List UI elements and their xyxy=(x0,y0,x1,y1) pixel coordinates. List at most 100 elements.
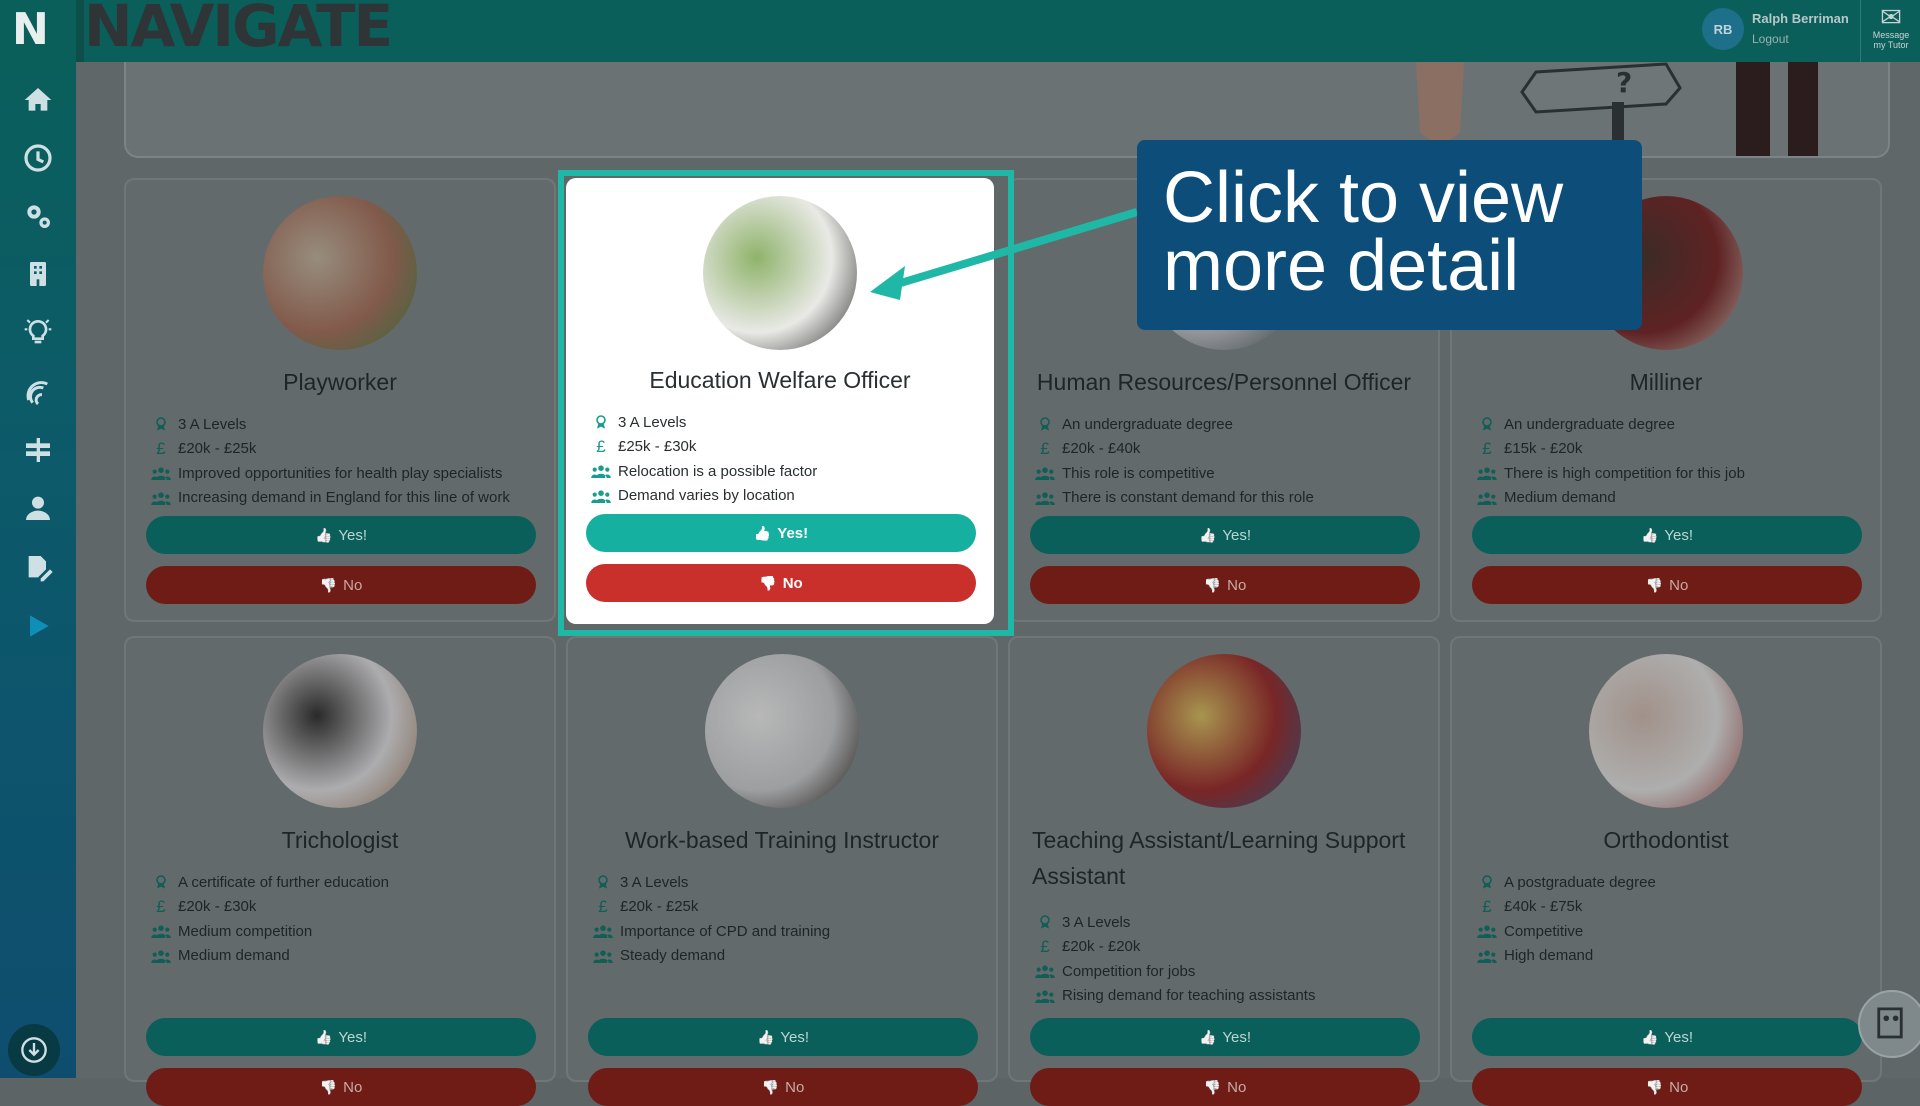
job-card[interactable]: Playworker 3 A Levels £ £20k - £25k Improved… xyxy=(124,178,556,622)
pound-icon: £ xyxy=(598,896,608,916)
job-info-row: This role is competitive xyxy=(1032,461,1420,486)
home-icon[interactable] xyxy=(0,80,76,120)
no-button[interactable]: 👎 No xyxy=(1472,566,1862,604)
user-icon[interactable] xyxy=(0,488,76,528)
no-button[interactable]: 👎 No xyxy=(588,1068,978,1106)
user-menu[interactable]: RB Ralph Berriman Logout xyxy=(1702,0,1860,62)
job-photo[interactable] xyxy=(1589,654,1743,808)
thumbs-down-icon: 👎 xyxy=(1203,1078,1222,1095)
yes-button[interactable]: 👍 Yes! xyxy=(588,1018,978,1056)
yes-button-label: Yes! xyxy=(1222,1028,1252,1046)
no-button-label: No xyxy=(785,1078,805,1096)
no-button[interactable]: 👎 No xyxy=(1030,1068,1420,1106)
job-info-text: Importance of CPD and training xyxy=(620,922,831,940)
building-icon[interactable] xyxy=(0,254,76,294)
no-button[interactable]: 👎 No xyxy=(146,1068,536,1106)
job-info-row: A postgraduate degree xyxy=(1474,870,1862,895)
job-title-line-2: Assistant xyxy=(1032,863,1126,889)
signpost-icon[interactable] xyxy=(0,430,76,470)
job-title[interactable]: Work-based Training Instructor xyxy=(568,822,996,858)
yes-button[interactable]: 👍 Yes! xyxy=(1030,516,1420,554)
job-title[interactable]: Human Resources/Personnel Officer xyxy=(1010,364,1438,400)
job-info-row: £ £20k - £40k xyxy=(1032,437,1420,462)
job-info-row: Steady demand xyxy=(590,944,978,969)
message-tutor-button[interactable]: ✉ Message my Tutor xyxy=(1860,0,1920,62)
job-title[interactable]: Playworker xyxy=(126,364,554,400)
thumbs-down-icon: 👎 xyxy=(1203,576,1222,593)
no-button[interactable]: 👎 No xyxy=(1030,566,1420,604)
job-info-text: Increasing demand in England for this li… xyxy=(178,489,510,507)
play-icon[interactable] xyxy=(0,606,76,646)
job-info-row: 3 A Levels xyxy=(1032,910,1420,935)
thumbs-up-icon: 👍 xyxy=(1640,1028,1659,1045)
award-icon xyxy=(1474,874,1500,890)
download-button[interactable] xyxy=(8,1024,60,1076)
job-info-text: A certificate of further education xyxy=(178,873,389,891)
lightbulb-icon[interactable] xyxy=(0,312,76,352)
job-photo[interactable] xyxy=(263,196,417,350)
job-photo[interactable] xyxy=(705,654,859,808)
job-info-row: Increasing demand in England for this li… xyxy=(148,486,536,511)
job-card[interactable]: Orthodontist A postgraduate degree £ £40k -… xyxy=(1450,636,1882,1106)
users-icon xyxy=(1474,949,1500,963)
thumbs-down-icon: 👎 xyxy=(1645,1078,1664,1095)
job-title[interactable]: Teaching Assistant/Learning Support Assis… xyxy=(1010,822,1438,894)
job-photo[interactable] xyxy=(263,654,417,808)
job-info-row: Competitive xyxy=(1474,919,1862,944)
job-info-row: An undergraduate degree xyxy=(1474,412,1862,437)
job-info-text: 3 A Levels xyxy=(178,415,247,433)
app-logo[interactable]: N xyxy=(12,4,49,55)
no-button[interactable]: 👎 No xyxy=(146,566,536,604)
job-info-text: £20k - £30k xyxy=(178,898,257,916)
help-button[interactable] xyxy=(1858,990,1920,1058)
award-icon xyxy=(1474,416,1500,432)
thumbs-up-icon: 👍 xyxy=(756,1028,775,1045)
users-icon xyxy=(148,466,174,481)
job-info-row: Competition for jobs xyxy=(1032,959,1420,984)
job-title[interactable]: Milliner xyxy=(1452,364,1880,400)
thumbs-up-icon: 👍 xyxy=(1198,1028,1217,1045)
avatar[interactable]: RB xyxy=(1702,8,1744,50)
job-info-text: Medium demand xyxy=(178,947,290,965)
pound-icon: £ xyxy=(1040,936,1050,956)
yes-button-label: Yes! xyxy=(780,1028,810,1046)
thumbs-up-icon: 👍 xyxy=(314,1028,333,1045)
job-card[interactable]: Work-based Training Instructor 3 A Levels… xyxy=(566,636,998,1106)
job-info-text: A postgraduate degree xyxy=(1504,873,1656,891)
thumbs-up-icon: 👍 xyxy=(1198,526,1217,543)
job-info-row: There is high competition for this job xyxy=(1474,461,1862,486)
no-button-label: No xyxy=(343,1078,363,1096)
job-info-text: £40k - £75k xyxy=(1504,898,1583,916)
job-title[interactable]: Orthodontist xyxy=(1452,822,1880,858)
job-info-text: Competition for jobs xyxy=(1062,962,1196,980)
pound-icon: £ xyxy=(1482,896,1492,916)
job-title[interactable]: Trichologist xyxy=(126,822,554,858)
gears-icon[interactable] xyxy=(0,196,76,236)
yes-button[interactable]: 👍 Yes! xyxy=(1030,1018,1420,1056)
job-info-text: There is constant demand for this role xyxy=(1062,489,1314,507)
job-info-row: 3 A Levels xyxy=(148,412,536,437)
edit-file-icon[interactable] xyxy=(0,548,76,588)
no-button[interactable]: 👎 No xyxy=(1472,1068,1862,1106)
job-info-text: This role is competitive xyxy=(1062,464,1215,482)
job-card[interactable]: Teaching Assistant/Learning Support Assis… xyxy=(1008,636,1440,1106)
logout-link[interactable]: Logout xyxy=(1752,32,1789,46)
job-card[interactable]: Trichologist A certificate of further edu… xyxy=(124,636,556,1106)
job-info-text: High demand xyxy=(1504,947,1594,965)
job-info-text: Medium competition xyxy=(178,922,313,940)
yes-button[interactable]: 👍 Yes! xyxy=(1472,516,1862,554)
download-icon xyxy=(21,1037,47,1063)
svg-text:?: ? xyxy=(1616,66,1632,99)
pound-icon: £ xyxy=(156,438,166,458)
job-info-row: £ £40k - £75k xyxy=(1474,895,1862,920)
job-info-text: £20k - £20k xyxy=(1062,938,1141,956)
clock-icon[interactable] xyxy=(0,138,76,178)
job-info-row: £ £20k - £25k xyxy=(148,437,536,462)
job-photo[interactable] xyxy=(1147,654,1301,808)
fingerprint-icon[interactable] xyxy=(0,372,76,412)
yes-button[interactable]: 👍 Yes! xyxy=(146,516,536,554)
message-label-1: Message xyxy=(1872,30,1910,40)
yes-button[interactable]: 👍 Yes! xyxy=(146,1018,536,1056)
users-icon xyxy=(1032,964,1058,979)
yes-button[interactable]: 👍 Yes! xyxy=(1472,1018,1862,1056)
